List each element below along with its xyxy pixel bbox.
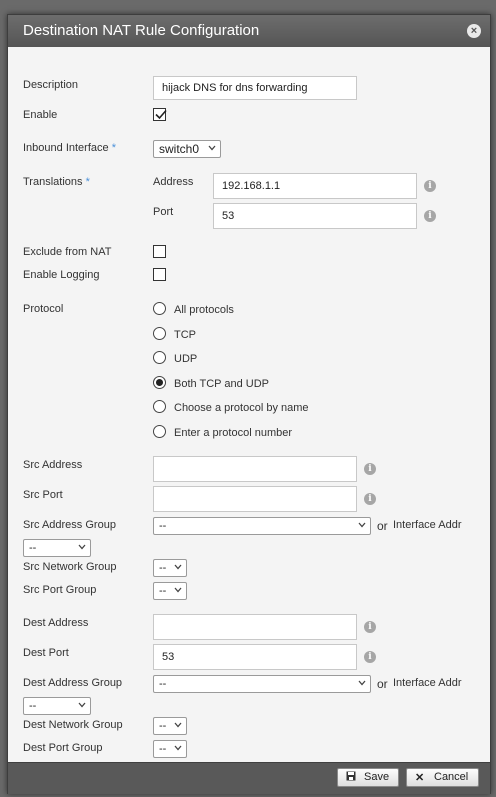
protocol-radio-udp[interactable]	[153, 351, 166, 364]
translation-address-input[interactable]	[213, 173, 417, 199]
src-interface-addr-select[interactable]: --	[23, 539, 91, 557]
protocol-radio-name[interactable]	[153, 400, 166, 413]
protocol-option-label: Both TCP and UDP	[174, 378, 269, 390]
nat-rule-dialog: Destination NAT Rule Configuration × Des…	[7, 14, 491, 794]
save-button[interactable]: Save	[337, 768, 399, 787]
src-port-group-label: Src Port Group	[23, 584, 97, 596]
exclude-from-nat-checkbox[interactable]	[153, 245, 166, 258]
dest-port-group-label: Dest Port Group	[23, 742, 103, 754]
info-icon[interactable]: i	[364, 621, 376, 633]
dest-port-label: Dest Port	[23, 647, 69, 659]
enable-logging-checkbox[interactable]	[153, 268, 166, 281]
select-value: --	[159, 520, 167, 532]
required-mark: *	[85, 176, 90, 188]
chevron-down-icon	[78, 544, 86, 550]
protocol-label: Protocol	[23, 303, 64, 315]
src-address-label: Src Address	[23, 459, 83, 471]
chevron-down-icon	[358, 522, 366, 528]
protocol-option-label: All protocols	[174, 304, 234, 316]
select-value: --	[159, 585, 167, 597]
dialog-body: Description Enable Inbound Interface * s…	[8, 47, 490, 762]
close-icon[interactable]: ×	[467, 24, 481, 38]
select-value: --	[159, 743, 167, 755]
dest-network-group-label: Dest Network Group	[23, 719, 123, 731]
protocol-radio-tcp[interactable]	[153, 327, 166, 340]
checkmark-icon	[155, 109, 167, 120]
exclude-from-nat-label: Exclude from NAT	[23, 246, 112, 258]
inbound-interface-label: Inbound Interface *	[23, 142, 116, 154]
enable-logging-label: Enable Logging	[23, 269, 100, 281]
src-network-group-select[interactable]: --	[153, 559, 187, 577]
protocol-option-label: TCP	[174, 329, 196, 341]
dialog-title: Destination NAT Rule Configuration	[23, 22, 260, 39]
info-icon[interactable]: i	[424, 210, 436, 222]
interface-addr-label: Interface Addr	[393, 677, 462, 689]
chevron-down-icon	[174, 722, 182, 728]
select-value: --	[29, 542, 37, 554]
protocol-radio-number[interactable]	[153, 425, 166, 438]
src-address-group-select[interactable]: --	[153, 517, 371, 535]
or-text: or	[377, 677, 388, 691]
dest-network-group-select[interactable]: --	[153, 717, 187, 735]
inbound-interface-value: switch0	[159, 142, 200, 156]
cancel-button[interactable]: ✕ Cancel	[406, 768, 479, 787]
chevron-down-icon	[78, 702, 86, 708]
info-icon[interactable]: i	[364, 463, 376, 475]
protocol-option-label: UDP	[174, 353, 198, 365]
src-port-label: Src Port	[23, 489, 63, 501]
dest-port-group-select[interactable]: --	[153, 740, 187, 758]
save-button-label: Save	[364, 771, 390, 783]
chevron-down-icon	[174, 564, 182, 570]
dest-address-group-label: Dest Address Group	[23, 677, 123, 689]
description-input[interactable]	[153, 76, 357, 100]
select-value: --	[159, 678, 167, 690]
save-icon	[346, 770, 356, 787]
src-port-input[interactable]	[153, 486, 357, 512]
translation-address-label: Address	[153, 176, 194, 188]
chevron-down-icon	[174, 745, 182, 751]
dialog-footer: Save ✕ Cancel	[8, 762, 490, 794]
chevron-down-icon	[174, 587, 182, 593]
select-value: --	[159, 720, 167, 732]
translation-port-input[interactable]	[213, 203, 417, 229]
required-mark: *	[111, 142, 116, 154]
info-icon[interactable]: i	[364, 651, 376, 663]
protocol-radio-both[interactable]	[153, 376, 166, 389]
dest-address-input[interactable]	[153, 614, 357, 640]
radio-selected-dot	[156, 379, 163, 386]
info-icon[interactable]: i	[424, 180, 436, 192]
protocol-radio-all[interactable]	[153, 302, 166, 315]
or-text: or	[377, 519, 388, 533]
inbound-interface-select[interactable]: switch0	[153, 140, 221, 158]
dest-port-input[interactable]	[153, 644, 357, 670]
protocol-option-label: Enter a protocol number	[174, 427, 293, 439]
src-address-group-label: Src Address Group	[23, 519, 116, 531]
dest-interface-addr-select[interactable]: --	[23, 697, 91, 715]
translations-label: Translations *	[23, 176, 90, 188]
enable-checkbox[interactable]	[153, 108, 167, 121]
select-value: --	[159, 562, 167, 574]
dialog-titlebar: Destination NAT Rule Configuration ×	[8, 15, 490, 47]
chevron-down-icon	[358, 680, 366, 686]
dest-address-group-select[interactable]: --	[153, 675, 371, 693]
chevron-down-icon	[208, 145, 216, 151]
interface-addr-label: Interface Addr	[393, 519, 462, 531]
src-address-input[interactable]	[153, 456, 357, 482]
dest-address-label: Dest Address	[23, 617, 89, 629]
cancel-icon: ✕	[415, 772, 425, 784]
src-port-group-select[interactable]: --	[153, 582, 187, 600]
translation-port-label: Port	[153, 206, 174, 218]
protocol-option-label: Choose a protocol by name	[174, 402, 309, 414]
info-icon[interactable]: i	[364, 493, 376, 505]
cancel-button-label: Cancel	[434, 771, 469, 783]
src-network-group-label: Src Network Group	[23, 561, 117, 573]
enable-label: Enable	[23, 109, 58, 121]
select-value: --	[29, 700, 37, 712]
description-label: Description	[23, 79, 79, 91]
